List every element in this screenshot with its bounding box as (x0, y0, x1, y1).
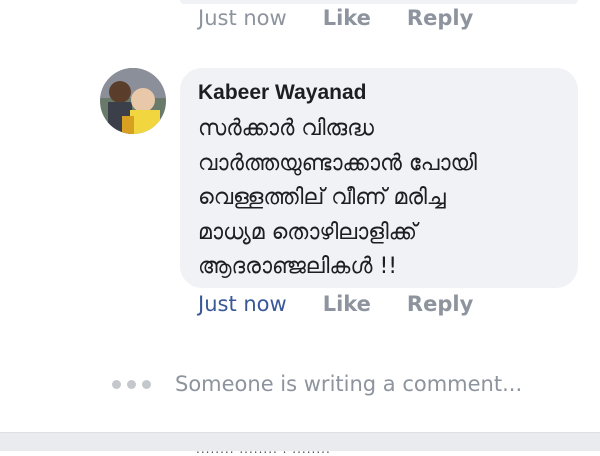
comment-line: മാധ്യമ തൊഴിലാളിക്ക് (198, 219, 417, 245)
typing-dots-icon (112, 379, 157, 389)
previous-like-button[interactable]: Like (323, 6, 371, 30)
reply-button[interactable]: Reply (407, 292, 473, 316)
comment-author[interactable]: Kabeer Wayanad (198, 81, 366, 105)
like-button[interactable]: Like (323, 292, 371, 316)
previous-reply-button[interactable]: Reply (407, 6, 473, 30)
previous-comment-actions: Just now Like Reply (198, 6, 509, 30)
comment-line: വെള്ളത്തില് വീണ് മരിച്ച (198, 185, 446, 210)
comment-actions: Just now Like Reply (198, 292, 509, 316)
comment-timestamp[interactable]: Just now (198, 292, 287, 316)
bottom-cutoff-bar: ........ ........ . ........ (0, 432, 600, 456)
comment-line: വാർത്തയുണ്ടാക്കാൻ പോയി (198, 150, 477, 176)
comment-bubble: Kabeer Wayanad സർക്കാർ വിരുദ്ധ വാർത്തയുണ… (180, 68, 578, 288)
comment-text: സർക്കാർ വിരുദ്ധ വാർത്തയുണ്ടാക്കാൻ പോയി വ… (198, 112, 477, 285)
typing-text: Someone is writing a comment... (175, 372, 523, 396)
avatar-photo (100, 68, 166, 134)
previous-comment-bubble-edge (180, 0, 578, 4)
typing-indicator: Someone is writing a comment... (112, 372, 522, 396)
previous-comment-timestamp: Just now (198, 6, 287, 30)
avatar[interactable] (100, 68, 166, 134)
comment-line: സർക്കാർ വിരുദ്ധ (198, 116, 374, 141)
cutoff-text: ........ ........ . ........ (196, 442, 331, 456)
comment-line: ആദരാഞ്ജലികൾ !! (198, 254, 398, 279)
